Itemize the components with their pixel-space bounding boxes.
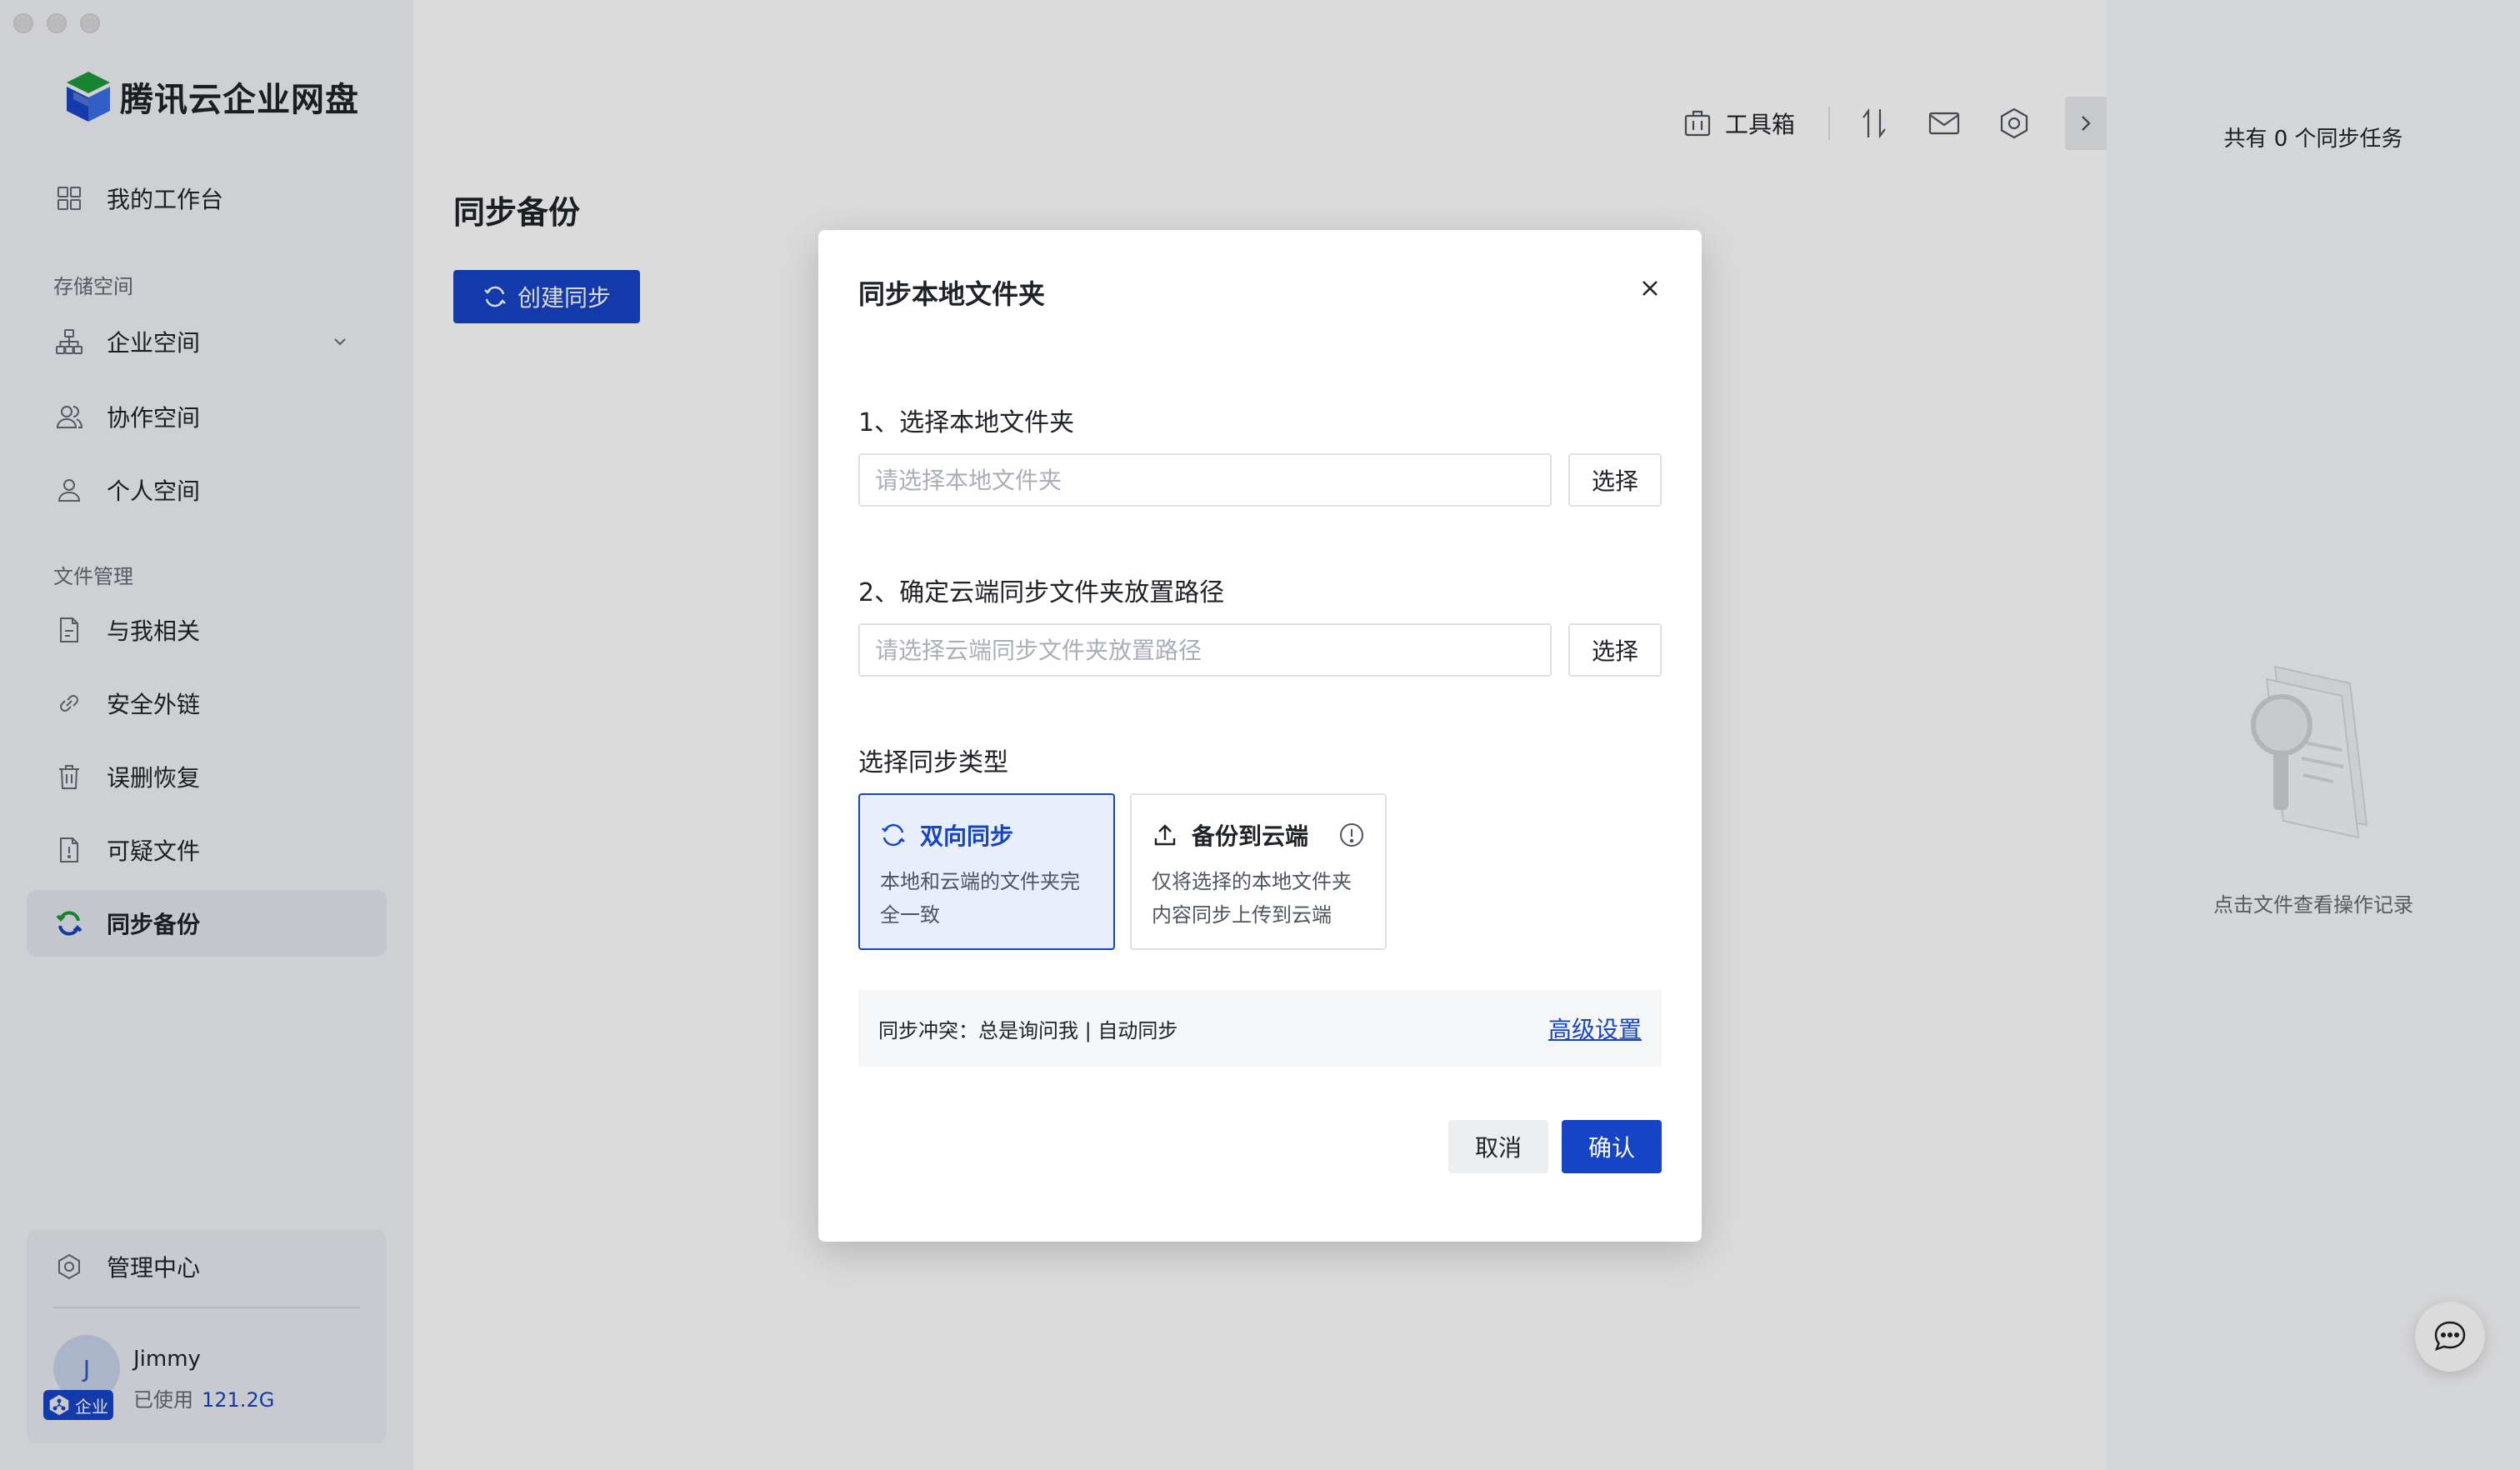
advanced-settings-link[interactable]: 高级设置 (1548, 1012, 1642, 1045)
sync-local-folder-dialog: 同步本地文件夹 1、选择本地文件夹 选择 2、确定云端同步文件夹放置路径 选择 … (818, 230, 1702, 1242)
sync-conflict-bar: 同步冲突：总是询问我 | 自动同步 高级设置 (858, 990, 1662, 1067)
sync-type-name: 双向同步 (920, 822, 1014, 850)
cloud-path-input[interactable] (858, 623, 1552, 677)
select-local-folder-button[interactable]: 选择 (1568, 453, 1662, 507)
local-folder-input[interactable] (858, 453, 1552, 507)
sync-icon (882, 823, 905, 847)
close-dialog-button[interactable] (1638, 277, 1662, 300)
sync-type-desc: 仅将选择的本地文件夹内容同步上传到云端 (1152, 870, 1352, 927)
sync-type-backup-to-cloud[interactable]: 备份到云端 仅将选择的本地文件夹内容同步上传到云端 (1130, 793, 1387, 950)
step2-label: 2、确定云端同步文件夹放置路径 (858, 578, 1225, 608)
dialog-title: 同步本地文件夹 (858, 278, 1046, 310)
sync-type-head: 双向同步 (880, 818, 1013, 852)
cancel-button[interactable]: 取消 (1448, 1120, 1548, 1173)
select-cloud-path-button[interactable]: 选择 (1568, 623, 1662, 677)
sync-type-two-way[interactable]: 双向同步 本地和云端的文件夹完全一致 (858, 793, 1115, 950)
sync-conflict-text: 同步冲突：总是询问我 | 自动同步 (878, 1018, 1178, 1042)
app-window: 腾讯云企业网盘 我的工作台 存储空间 企业空间 协作空间 个人空间 文件管理 与… (0, 0, 2520, 1470)
upload-icon (1154, 824, 1176, 846)
confirm-button[interactable]: 确认 (1562, 1120, 1662, 1173)
sync-type-desc: 本地和云端的文件夹完全一致 (880, 870, 1080, 927)
close-icon (1642, 281, 1658, 296)
sync-type-head: 备份到云端 (1152, 818, 1308, 852)
info-icon[interactable] (1338, 822, 1365, 848)
sync-type-name: 备份到云端 (1192, 822, 1309, 850)
step1-label: 1、选择本地文件夹 (858, 408, 1075, 438)
sync-type-label: 选择同步类型 (858, 748, 1008, 778)
